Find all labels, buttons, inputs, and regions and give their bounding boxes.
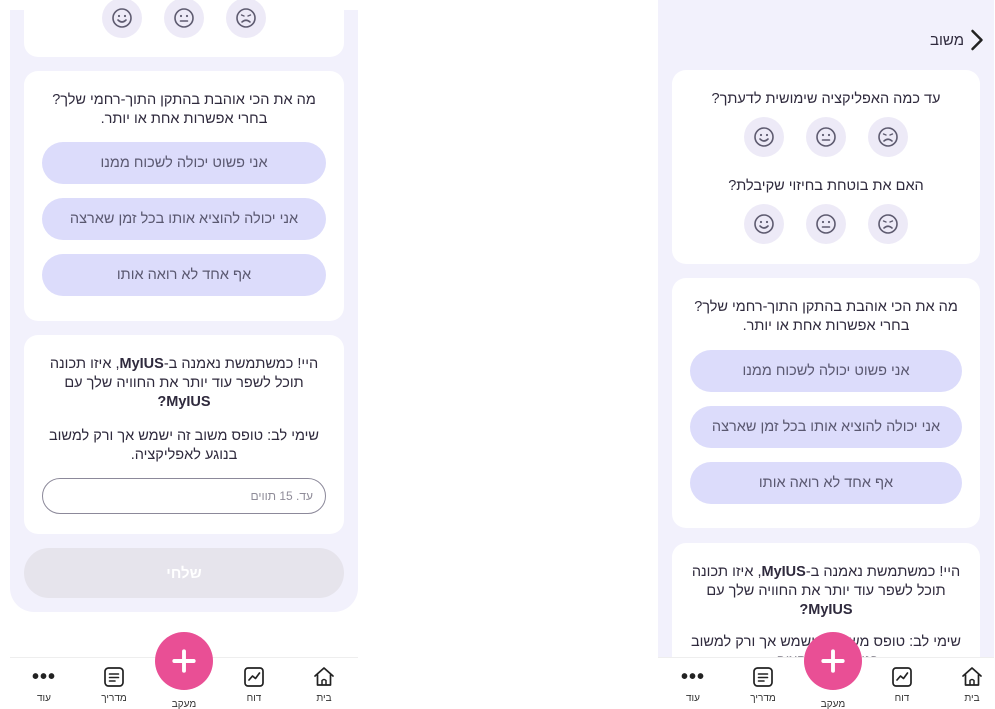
tab-home[interactable]: בית xyxy=(302,664,346,704)
tab-guide-label: מדריך xyxy=(750,693,776,704)
rating-emoji-row xyxy=(24,0,344,38)
tab-more-label: עוד xyxy=(37,693,51,704)
favorite-feature-card: מה את הכי אוהבת בהתקן התוך-רחמי שלך? בחר… xyxy=(24,71,344,321)
phone-screen-right: משוב עד כמה האפליקציה שימושית לדעתך? האם… xyxy=(658,0,994,709)
tab-report-label: דוח xyxy=(246,693,262,704)
usefulness-emoji-row xyxy=(672,117,980,157)
header-back[interactable]: משוב xyxy=(930,28,986,52)
brand-name: MyIUS xyxy=(119,356,164,372)
rating-card xyxy=(24,0,344,57)
question-line-1: מה את הכי אוהבת בהתקן התוך-רחמי שלך? xyxy=(694,299,958,315)
tab-more[interactable]: ••• עוד xyxy=(22,664,66,704)
bottom-tab-bar: בית דוח מעקב מדריך ••• עוד xyxy=(10,632,358,709)
brand-name: MyIUS xyxy=(808,602,853,618)
tab-report[interactable]: דוח xyxy=(232,664,276,704)
phone-screen-left: מה את הכי אוהבת בהתקן התוך-רחמי שלך? בחר… xyxy=(10,0,358,709)
input-placeholder: עד. 15 תווים xyxy=(250,489,313,503)
happy-face-icon[interactable] xyxy=(102,0,142,38)
header-title: משוב xyxy=(930,31,964,49)
option-remove-anytime[interactable]: אני יכולה להוציא אותו בכל זמן שארצה xyxy=(690,406,962,448)
favorite-feature-card: מה את הכי אוהבת בהתקן התוך-רחמי שלך? בחר… xyxy=(672,278,980,528)
tab-track-label: מעקב xyxy=(171,699,197,709)
home-icon xyxy=(962,667,982,686)
document-icon xyxy=(753,667,773,687)
more-dots-icon: ••• xyxy=(680,666,705,688)
trust-emoji-row xyxy=(672,204,980,244)
suggestion-question: היי! כמשתמשת נאמנה ב-MyIUS, איזו תכונה ת… xyxy=(672,563,980,620)
neutral-face-icon[interactable] xyxy=(164,0,204,38)
chart-icon xyxy=(244,667,264,687)
tab-guide[interactable]: מדריך xyxy=(741,664,785,704)
option-nobody-sees[interactable]: אף אחד לא רואה אותו xyxy=(42,254,326,296)
document-icon xyxy=(104,667,124,687)
option-forget-it[interactable]: אני פשוט יכולה לשכוח ממנו xyxy=(42,142,326,184)
plus-icon xyxy=(821,649,845,673)
chart-icon xyxy=(892,667,912,687)
option-label: אני יכולה להוציא אותו בכל זמן שארצה xyxy=(711,419,941,435)
submit-button[interactable]: שלחי xyxy=(24,548,344,598)
plus-icon xyxy=(172,649,196,673)
favorite-feature-question: מה את הכי אוהבת בהתקן התוך-רחמי שלך? בחר… xyxy=(672,298,980,336)
neutral-face-icon[interactable] xyxy=(806,204,846,244)
option-nobody-sees[interactable]: אף אחד לא רואה אותו xyxy=(690,462,962,504)
sad-face-icon[interactable] xyxy=(226,0,266,38)
suggestion-question: היי! כמשתמשת נאמנה ב-MyIUS, איזו תכונה ת… xyxy=(24,355,344,412)
tab-home-label: בית xyxy=(316,693,332,704)
tab-more-label: עוד xyxy=(686,693,700,704)
question-text: היי! כמשתמשת נאמנה ב- xyxy=(805,564,961,580)
tab-home-label: בית xyxy=(964,693,980,704)
submit-label: שלחי xyxy=(166,564,202,582)
usefulness-question: עד כמה האפליקציה שימושית לדעתך? xyxy=(711,91,941,107)
chevron-right-icon xyxy=(971,29,983,51)
tab-guide-label: מדריך xyxy=(101,693,127,704)
sad-face-icon[interactable] xyxy=(868,204,908,244)
question-line-2: בחרי אפשרות אחת או יותר. xyxy=(742,318,910,334)
brand-name: MyIUS xyxy=(761,564,806,580)
option-label: אני יכולה להוציא אותו בכל זמן שארצה xyxy=(69,211,299,227)
tab-track-label: מעקב xyxy=(820,699,846,709)
option-label: אני פשוט יכולה לשכוח ממנו xyxy=(742,363,910,379)
bottom-tab-bar: בית דוח מעקב מדריך ••• עוד xyxy=(658,632,994,709)
favorite-feature-question: מה את הכי אוהבת בהתקן התוך-רחמי שלך? בחר… xyxy=(24,91,344,129)
option-forget-it[interactable]: אני פשוט יכולה לשכוח ממנו xyxy=(690,350,962,392)
suggestion-input[interactable]: עד. 15 תווים xyxy=(42,478,326,514)
question-mark: ? xyxy=(799,602,809,618)
more-dots-icon: ••• xyxy=(31,666,56,688)
question-line-2: בחרי אפשרות אחת או יותר. xyxy=(100,111,268,127)
question-text: היי! כמשתמשת נאמנה ב- xyxy=(163,356,319,372)
question-line-1: מה את הכי אוהבת בהתקן התוך-רחמי שלך? xyxy=(52,92,316,108)
suggestion-card: היי! כמשתמשת נאמנה ב-MyIUS, איזו תכונה ת… xyxy=(24,335,344,534)
tab-report-label: דוח xyxy=(894,693,910,704)
tab-guide[interactable]: מדריך xyxy=(92,664,136,704)
track-fab-button[interactable] xyxy=(804,632,862,690)
happy-face-icon[interactable] xyxy=(744,117,784,157)
sad-face-icon[interactable] xyxy=(868,117,908,157)
tab-report[interactable]: דוח xyxy=(880,664,924,704)
happy-face-icon[interactable] xyxy=(744,204,784,244)
neutral-face-icon[interactable] xyxy=(806,117,846,157)
tab-more[interactable]: ••• עוד xyxy=(671,664,715,704)
track-fab-button[interactable] xyxy=(155,632,213,690)
option-label: אף אחד לא רואה אותו xyxy=(116,267,252,283)
trust-question: האם את בוטחת בחיזוי שקיבלת? xyxy=(728,178,924,194)
option-label: אף אחד לא רואה אותו xyxy=(758,475,894,491)
home-icon xyxy=(314,667,334,686)
option-label: אני פשוט יכולה לשכוח ממנו xyxy=(100,155,268,171)
privacy-note: שימי לב: טופס משוב זה ישמש אך ורק למשוב … xyxy=(48,428,320,463)
rating-card: עד כמה האפליקציה שימושית לדעתך? האם את ב… xyxy=(672,70,980,264)
brand-name: MyIUS xyxy=(166,394,211,410)
tab-home[interactable]: בית xyxy=(950,664,994,704)
option-remove-anytime[interactable]: אני יכולה להוציא אותו בכל זמן שארצה xyxy=(42,198,326,240)
question-mark: ? xyxy=(157,394,167,410)
